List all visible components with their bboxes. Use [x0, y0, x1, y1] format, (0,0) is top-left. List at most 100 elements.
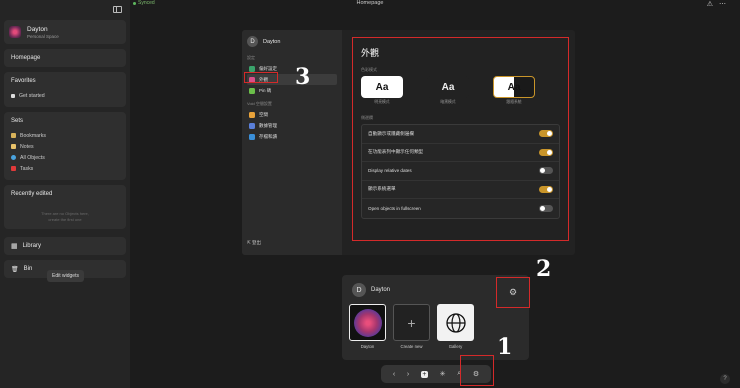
logout-label: 登出	[252, 240, 262, 245]
widget-user[interactable]: D Dayton	[352, 283, 390, 297]
task-icon	[11, 166, 16, 171]
toggle-row: Display relative dates	[362, 162, 559, 181]
favorites-title[interactable]: Favorites	[11, 78, 119, 84]
tile-create-new[interactable]: + Create new	[393, 304, 430, 349]
set-label: Notes	[20, 143, 34, 150]
toggle-label: Display relative dates	[368, 168, 412, 174]
theme-head: 色彩模式	[361, 67, 377, 72]
space-switcher[interactable]: Dayton Personal Space	[4, 20, 126, 44]
app-window: Dayton Personal Space Homepage Favorites…	[0, 0, 740, 388]
library-link[interactable]: ▦ Library	[4, 237, 126, 255]
marker-one: 1	[497, 334, 513, 360]
theme-label: 暗黑模式	[440, 100, 456, 104]
settings-sidebar: D Dayton 設定 偏好設定 外觀 Pin 碼 Void 空間設置 空間 數…	[242, 30, 342, 255]
appearance-panel: 外觀 色彩模式 Aa 明亮模式 Aa 暗黑模式 Aa 跟隨系統 側邊欄 自動顯示…	[352, 37, 569, 241]
set-item-tasks[interactable]: Tasks	[11, 163, 119, 174]
theme-label: 跟隨系統	[506, 100, 522, 104]
set-item-bookmarks[interactable]: Bookmarks	[11, 130, 119, 141]
help-button[interactable]: ?	[720, 374, 730, 384]
toggle-switch[interactable]	[539, 130, 553, 138]
sidebar: Dayton Personal Space Homepage Favorites…	[0, 0, 130, 388]
space-icon	[249, 111, 255, 118]
space-thumbnail	[349, 304, 386, 341]
favorite-item-get-started[interactable]: Get started	[11, 90, 119, 101]
bin-label: Bin	[23, 266, 33, 272]
theme-system[interactable]: Aa 跟隨系統	[493, 76, 535, 105]
toggle-label: Open objects in fullscreen	[368, 205, 421, 211]
highlight-box	[460, 355, 494, 386]
marker-two: 2	[536, 256, 552, 282]
toggle-list: 自動顯示或隱藏側邊欄 在功能表列中顯示任何類型 Display relative…	[361, 124, 560, 219]
favorite-label: Get started	[19, 92, 45, 99]
space-avatar	[9, 26, 21, 38]
settings-item-space[interactable]: 空間	[247, 109, 337, 120]
sets-title[interactable]: Sets	[11, 118, 119, 124]
bookmark-icon	[11, 133, 16, 138]
recent-widget: Recently edited There are no Objects her…	[4, 185, 126, 229]
toggle-row: 顯示系統選單	[362, 181, 559, 199]
sidebar-head: 側邊欄	[361, 115, 373, 120]
theme-label: 明亮模式	[374, 100, 390, 104]
space-subtitle: Personal Space	[27, 33, 59, 39]
plus-icon[interactable]: +	[420, 370, 428, 378]
settings-modal: D Dayton 設定 偏好設定 外觀 Pin 碼 Void 空間設置 空間 數…	[242, 30, 575, 255]
space-gradient-icon	[353, 308, 382, 337]
recent-empty-text: There are no Objects here, create the fi…	[4, 211, 126, 223]
preferences-icon	[249, 65, 255, 72]
forward-icon[interactable]: ›	[407, 371, 409, 378]
plus-icon: +	[393, 304, 430, 341]
toggle-label: 在功能表列中顯示任何類型	[368, 149, 424, 155]
recent-empty-line-2: create the first one	[48, 217, 82, 222]
gear-icon: ⚙	[508, 287, 518, 297]
tile-label: Create new	[400, 344, 423, 349]
theme-preview: Aa	[427, 76, 469, 98]
recent-title[interactable]: Recently edited	[11, 191, 119, 197]
edit-widgets-button[interactable]: Edit widgets	[47, 270, 84, 282]
space-name: Dayton	[27, 25, 48, 33]
set-label: Bookmarks	[20, 132, 46, 139]
grid-icon: ▦	[11, 243, 18, 250]
widget-tiles: Dayton + Create new Gallery	[349, 304, 474, 349]
set-item-notes[interactable]: Notes	[11, 141, 119, 152]
settings-item-pin[interactable]: Pin 碼	[247, 85, 337, 96]
toggle-switch[interactable]	[539, 167, 553, 175]
space-section-head: Void 空間設置	[247, 101, 272, 106]
header-actions: ⚠⋯	[707, 0, 732, 8]
more-icon[interactable]: ⋯	[719, 1, 732, 8]
settings-item-data[interactable]: 數據管理	[247, 120, 337, 131]
trash-icon: 🗑	[11, 266, 19, 273]
settings-user[interactable]: D Dayton	[247, 36, 337, 47]
toggle-switch[interactable]	[539, 204, 553, 212]
tile-dayton[interactable]: Dayton	[349, 304, 386, 349]
toggle-row: Open objects in fullscreen	[362, 199, 559, 218]
tile-gallery[interactable]: Gallery	[437, 304, 474, 349]
toggle-switch[interactable]	[539, 148, 553, 156]
library-label: Library	[22, 243, 41, 249]
sidebar-toggle-icon[interactable]	[113, 6, 122, 13]
globe-icon	[445, 312, 466, 333]
theme-dark[interactable]: Aa 暗黑模式	[427, 76, 469, 105]
set-item-all-objects[interactable]: All Objects	[11, 152, 119, 163]
note-icon	[11, 144, 16, 149]
logout-button[interactable]: ⇱ 登出	[247, 240, 261, 246]
homepage-link[interactable]: Homepage	[4, 49, 126, 67]
settings-item-label: 存檔和讀	[259, 133, 277, 139]
graph-icon[interactable]: ✳	[440, 370, 446, 378]
settings-section-head: 設定	[247, 55, 255, 60]
widget-user-name: Dayton	[371, 287, 391, 293]
set-label: All Objects	[20, 154, 45, 161]
settings-item-archive[interactable]: 存檔和讀	[247, 131, 337, 142]
theme-preview: Aa	[493, 76, 535, 98]
tile-label: Gallery	[448, 344, 463, 349]
toggle-switch[interactable]	[539, 185, 553, 193]
sets-widget: Sets Bookmarks Notes All Objects Tasks	[4, 112, 126, 180]
settings-gear-button[interactable]: ⚙	[496, 277, 530, 308]
alert-icon[interactable]: ⚠	[707, 1, 719, 8]
toggle-label: 自動顯示或隱藏側邊欄	[368, 130, 414, 136]
avatar: D	[247, 36, 258, 47]
back-icon[interactable]: ‹	[393, 371, 395, 378]
set-label: Tasks	[20, 165, 34, 172]
theme-light[interactable]: Aa 明亮模式	[361, 76, 403, 105]
file-icon	[11, 93, 15, 98]
tile-label: Dayton	[360, 344, 375, 349]
